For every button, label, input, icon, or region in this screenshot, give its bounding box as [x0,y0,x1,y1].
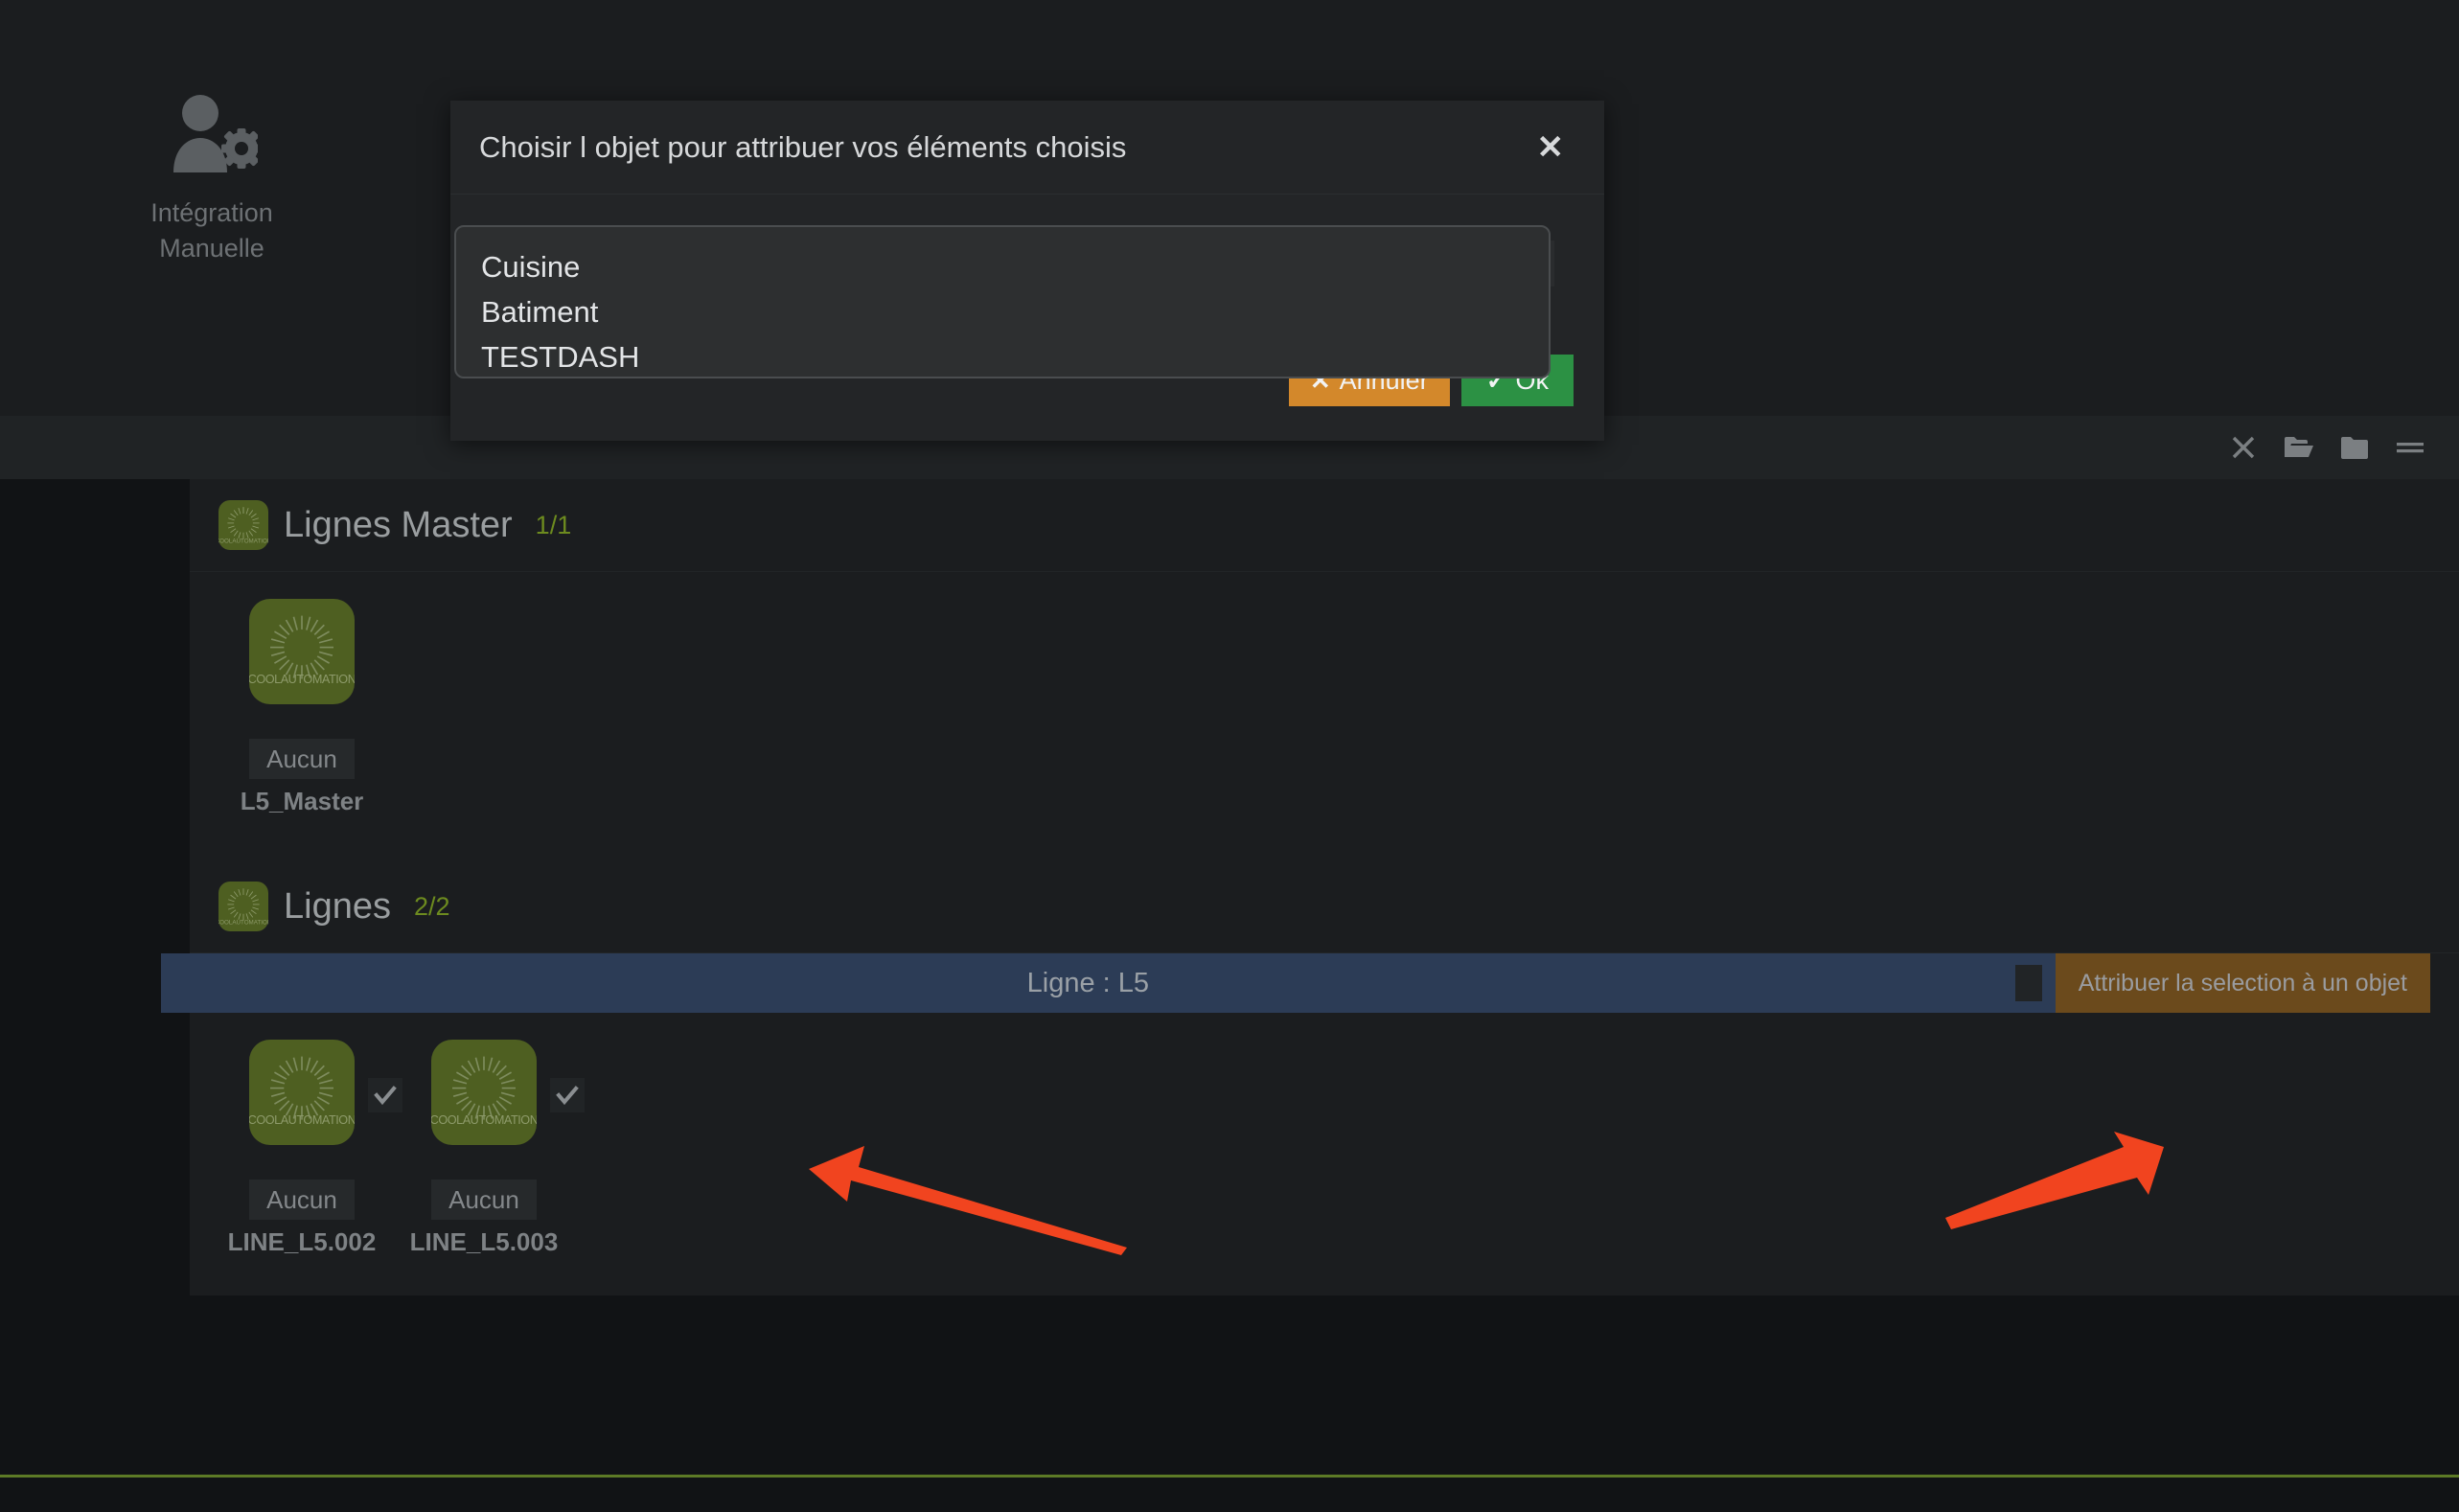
card-list: COOLAUTOMATION Aucun L5_Master [218,582,2459,816]
group-title: Lignes [284,886,391,927]
group-lignes-master: COOLAUTOMATION Lignes Master 1/1 [190,479,2459,855]
device-name: LINE_L5.003 [409,1227,559,1256]
content-panel: COOLAUTOMATION Lignes Master 1/1 [161,479,2459,1295]
assign-selection-label: Attribuer la selection à un objet [2078,969,2407,997]
logo-wordmark: COOLAUTOMATION [249,673,355,686]
select-option[interactable]: Batiment [481,289,1549,334]
logo-wordmark: COOLAUTOMATION [218,538,268,545]
logo-wordmark: COOLAUTOMATION [249,1113,355,1127]
coolautomation-logo-icon: COOLAUTOMATION [249,599,355,704]
folder-icon [2340,435,2369,460]
group-count: 1/1 [535,510,572,539]
toolbar-close-button[interactable] [2216,416,2271,479]
user-gear-icon [166,92,262,174]
status-badge: Aucun [431,1180,537,1220]
close-icon [2231,435,2256,460]
device-name: LINE_L5.002 [227,1227,377,1256]
check-icon [374,1086,397,1106]
logo-wordmark: COOLAUTOMATION [218,920,268,927]
select-option[interactable]: Cuisine [481,244,1549,289]
assign-object-modal: Choisir l objet pour attribuer vos éléme… [450,101,1604,441]
device-card[interactable]: COOLAUTOMATION Aucun LINE_L5.003 [401,1022,585,1257]
assign-selection-button[interactable]: Attribuer la selection à un objet [2055,953,2430,1013]
coolautomation-logo-icon: COOLAUTOMATION [218,882,268,931]
group-header[interactable]: COOLAUTOMATION Lignes 2/2 [190,860,2459,952]
group-body: COOLAUTOMATION Aucun L5_Master [190,571,2459,855]
nav-item-label-line2: Manuelle [159,234,264,263]
logo-wordmark: COOLAUTOMATION [431,1113,537,1127]
line-bar: Ligne : L5 Attribuer la selection à un o… [161,953,2430,1013]
toolbar-folder-button[interactable] [2327,416,2382,479]
status-badge: Aucun [249,739,355,779]
object-select-options[interactable]: Cuisine Batiment TESTDASH [454,225,1551,378]
coolautomation-logo-icon: COOLAUTOMATION [249,1040,355,1145]
status-badge: Aucun [249,1180,355,1220]
folder-open-icon [2284,435,2314,460]
coolautomation-logo-icon: COOLAUTOMATION [431,1040,537,1145]
footer-divider [0,1475,2459,1478]
line-select-all-checkbox[interactable] [2014,965,2042,1001]
nav-item-integration-manuelle[interactable]: Intégration Manuelle [97,92,327,266]
toolbar-open-folder-button[interactable] [2271,416,2327,479]
group-body: Ligne : L5 Attribuer la selection à un o… [161,952,2459,1295]
toolbar-icon-group [2216,416,2438,479]
app-root: tion [0,0,2459,1512]
modal-title: Choisir l objet pour attribuer vos éléme… [479,129,1127,164]
check-icon [556,1086,579,1106]
device-checkbox[interactable] [368,1078,402,1112]
modal-body: Cuisine Batiment TESTDASH [450,195,1604,378]
device-card[interactable]: COOLAUTOMATION Aucun L5_Master [218,582,401,816]
toolbar-menu-button[interactable] [2382,416,2438,479]
group-header[interactable]: COOLAUTOMATION Lignes Master 1/1 [190,479,2459,571]
menu-icon [2396,438,2425,457]
modal-header: Choisir l objet pour attribuer vos éléme… [450,101,1604,195]
group-title: Lignes Master [284,505,513,545]
nav-item-label-line1: Intégration [150,198,273,227]
device-card[interactable]: COOLAUTOMATION Aucun LINE_L5.002 [218,1022,402,1257]
line-bar-title: Ligne : L5 [1026,967,1150,998]
group-count: 2/2 [413,891,450,921]
nav-item-label: Intégration Manuelle [150,195,273,266]
device-name: L5_Master [240,787,364,815]
coolautomation-logo-icon: COOLAUTOMATION [218,500,268,550]
device-checkbox[interactable] [550,1078,585,1112]
group-lignes: COOLAUTOMATION Lignes 2/2 Ligne : L5 Att… [161,860,2459,1295]
close-icon[interactable]: ✕ [1529,126,1573,170]
select-option[interactable]: TESTDASH [481,334,1549,377]
